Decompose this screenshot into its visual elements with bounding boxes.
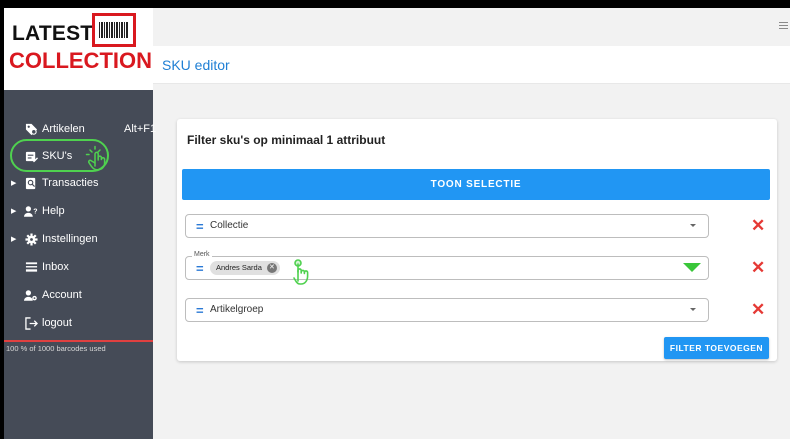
sku-edit-icon	[24, 149, 38, 163]
shortcut-label: Alt+F1	[124, 123, 157, 135]
add-filter-button[interactable]: FILTER TOEVOEGEN	[664, 337, 769, 359]
sidebar-item-label: Instellingen	[42, 233, 98, 245]
sidebar-item-help[interactable]: ▶ ? Help	[4, 200, 153, 222]
sidebar: LATEST COLLECTION Artikelen Alt+F1 SKU's…	[4, 8, 157, 439]
sidebar-item-label: Artikelen	[42, 123, 85, 135]
logout-icon	[24, 316, 38, 330]
receipt-search-icon	[24, 176, 38, 190]
filter-select-artikelgroep[interactable]: = Artikelgroep	[185, 298, 709, 322]
sidebar-item-label: logout	[42, 317, 72, 329]
filter-select-collectie[interactable]: = Collectie	[185, 214, 709, 238]
account-gear-icon	[24, 288, 38, 302]
expand-caret-icon: ▶	[11, 236, 17, 243]
sidebar-item-logout[interactable]: logout	[4, 312, 153, 334]
dropdown-arrow-icon[interactable]	[683, 263, 701, 272]
barcode-logo-icon	[92, 13, 136, 47]
tag-search-icon	[24, 122, 38, 136]
sidebar-item-label: Transacties	[42, 177, 99, 189]
chip-remove-icon[interactable]: ✕	[266, 263, 277, 273]
filter-card: Filter sku's op minimaal 1 attribuut TOO…	[177, 119, 777, 361]
chip-label: Andres Sarda	[216, 263, 262, 272]
barcodes-used-text: 100 % of 1000 barcodes used	[6, 344, 106, 353]
dropdown-arrow-icon[interactable]	[690, 224, 696, 227]
page-title: SKU editor	[162, 57, 230, 73]
sidebar-item-inbox[interactable]: Inbox	[4, 256, 153, 278]
gear-icon	[24, 232, 38, 246]
top-bar	[153, 8, 790, 46]
logo-collection-text: COLLECTION	[9, 48, 152, 73]
app-window: LATEST COLLECTION Artikelen Alt+F1 SKU's…	[4, 8, 790, 439]
expand-caret-icon: ▶	[11, 180, 17, 187]
sidebar-item-label: SKU's	[42, 150, 73, 162]
filter-select-merk[interactable]: Merk = Andres Sarda ✕	[185, 251, 709, 280]
sidebar-item-account[interactable]: Account	[4, 284, 153, 306]
help-person-icon: ?	[24, 204, 38, 218]
sidebar-item-artikelen[interactable]: Artikelen Alt+F1	[4, 118, 157, 140]
sidebar-item-label: Help	[42, 205, 65, 217]
hamburger-menu-icon[interactable]	[779, 22, 788, 30]
show-selection-button[interactable]: TOON SELECTIE	[182, 169, 770, 200]
dropdown-arrow-icon[interactable]	[690, 308, 696, 311]
usage-divider	[4, 340, 153, 342]
inbox-icon	[24, 260, 38, 274]
delete-filter-icon[interactable]: ✕	[751, 300, 765, 320]
sidebar-item-transacties[interactable]: ▶ Transacties	[4, 172, 153, 194]
filter-value: Collectie	[210, 220, 249, 231]
filter-label: Merk	[192, 251, 212, 258]
drag-handle-icon[interactable]: =	[196, 261, 204, 276]
expand-caret-icon: ▶	[11, 208, 17, 215]
delete-filter-icon[interactable]: ✕	[751, 258, 765, 278]
page-header: SKU editor	[153, 46, 790, 84]
logo[interactable]: LATEST COLLECTION	[4, 8, 153, 90]
filter-value: Artikelgroep	[210, 304, 264, 315]
sidebar-item-label: Account	[42, 289, 82, 301]
sidebar-item-label: Inbox	[42, 261, 69, 273]
delete-filter-icon[interactable]: ✕	[751, 216, 765, 236]
sidebar-item-skus[interactable]: SKU's	[4, 145, 153, 167]
svg-text:?: ?	[33, 208, 37, 215]
filter-chip: Andres Sarda ✕	[210, 261, 280, 275]
logo-latest-text: LATEST	[12, 22, 94, 45]
drag-handle-icon[interactable]: =	[196, 303, 204, 318]
pointing-hand-icon	[293, 259, 317, 292]
filter-card-title: Filter sku's op minimaal 1 attribuut	[187, 133, 386, 147]
drag-handle-icon[interactable]: =	[196, 219, 204, 234]
sidebar-item-instellingen[interactable]: ▶ Instellingen	[4, 228, 153, 250]
